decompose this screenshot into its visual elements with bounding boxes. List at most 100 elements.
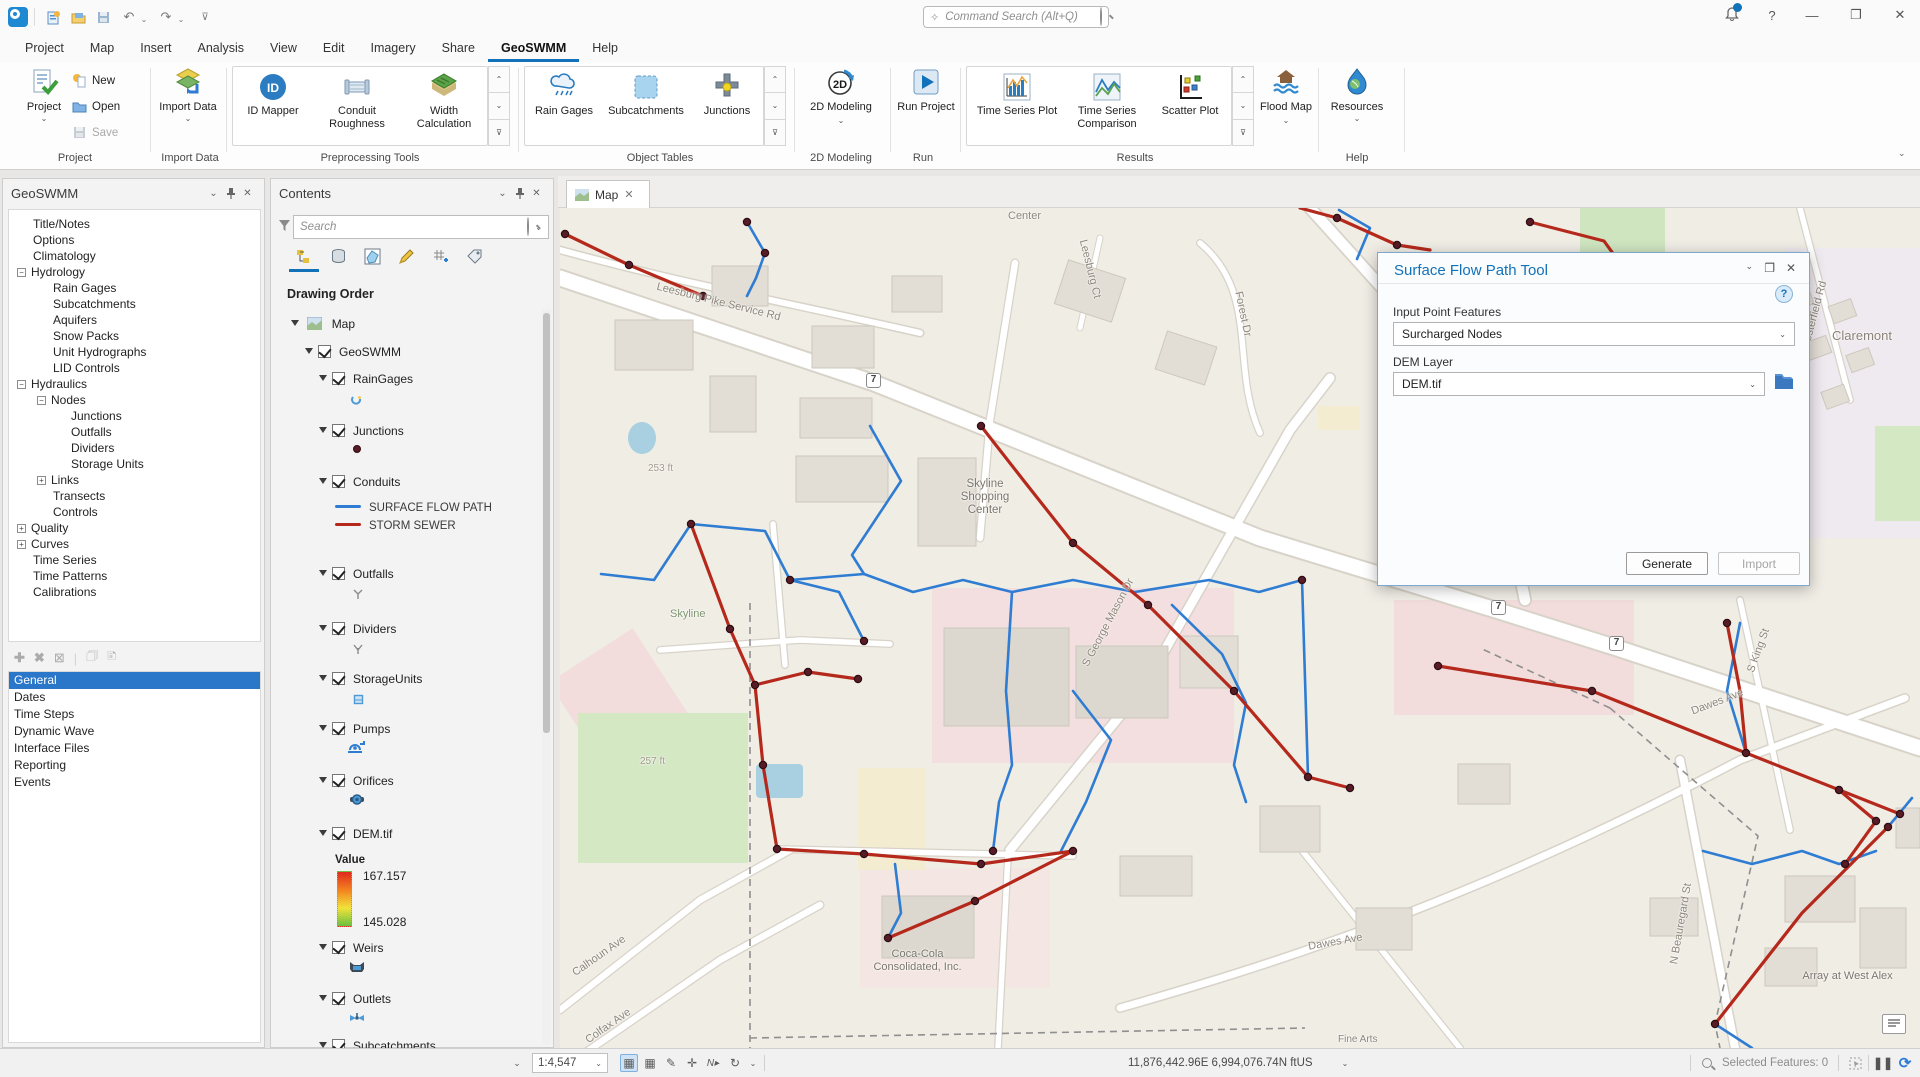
layer-checkbox[interactable] bbox=[318, 345, 331, 358]
layer-pumps[interactable]: Pumps bbox=[319, 720, 390, 738]
north-arrow-icon[interactable]: N▸ bbox=[704, 1054, 722, 1072]
tree-item[interactable]: Rain Gages bbox=[53, 280, 116, 296]
layer-dem[interactable]: DEM.tif bbox=[319, 825, 392, 843]
tree-item[interactable]: Title/Notes bbox=[33, 216, 90, 232]
chevron-down-icon[interactable]: ⌄ bbox=[1336, 1054, 1354, 1072]
dem-layer-select[interactable]: DEM.tif ⌄ bbox=[1393, 372, 1765, 396]
open-button[interactable]: Open bbox=[72, 94, 144, 119]
layer-outfalls[interactable]: Outfalls bbox=[319, 565, 394, 583]
generate-button[interactable]: Generate bbox=[1626, 552, 1708, 575]
panel-menu-chevron-icon[interactable]: ⌄ bbox=[205, 185, 222, 202]
list-item-general[interactable]: General bbox=[9, 672, 260, 689]
save-project-icon[interactable] bbox=[92, 7, 114, 27]
tab-editing[interactable] bbox=[395, 245, 417, 267]
list-item-dates[interactable]: Dates bbox=[9, 689, 260, 706]
layer-checkbox[interactable] bbox=[332, 992, 345, 1005]
rain-gages-button[interactable]: Rain Gages bbox=[531, 71, 597, 141]
tab-share[interactable]: Share bbox=[429, 36, 488, 62]
tree-item[interactable]: Junctions bbox=[71, 408, 122, 424]
list-item-reporting[interactable]: Reporting bbox=[9, 757, 260, 774]
layer-junctions[interactable]: Junctions bbox=[319, 422, 404, 440]
layer-checkbox[interactable] bbox=[332, 722, 345, 735]
open-project-icon[interactable] bbox=[67, 7, 89, 27]
crosshair-tool-icon[interactable]: ✛ bbox=[683, 1054, 701, 1072]
save-button[interactable]: Save bbox=[72, 120, 144, 145]
chevron-down-icon[interactable]: ⌄ bbox=[508, 1054, 526, 1072]
input-point-features-select[interactable]: Surcharged Nodes ⌄ bbox=[1393, 322, 1795, 346]
tree-item[interactable]: Subcatchments bbox=[53, 296, 136, 312]
dialog-maximize-icon[interactable]: ❐ bbox=[1764, 261, 1775, 275]
tree-item[interactable]: Time Patterns bbox=[33, 568, 107, 584]
tree-item[interactable]: Unit Hydrographs bbox=[53, 344, 146, 360]
layer-conduits[interactable]: Conduits bbox=[319, 473, 400, 491]
tree-item[interactable]: −Hydraulics bbox=[17, 376, 87, 392]
layer-checkbox[interactable] bbox=[332, 827, 345, 840]
customize-quick-access-icon[interactable]: ⊽ bbox=[194, 7, 216, 27]
sketch-tool-icon[interactable]: ✎ bbox=[662, 1054, 680, 1072]
new-project-icon[interactable] bbox=[42, 7, 64, 27]
package-icon[interactable]: 🗈 bbox=[107, 647, 117, 669]
run-project-button[interactable]: Run Project bbox=[896, 66, 956, 148]
new-button[interactable]: New bbox=[72, 68, 144, 93]
dialog-menu-chevron-icon[interactable]: ⌄ bbox=[1745, 261, 1753, 272]
object-tables-gallery-arrows[interactable]: ⌃⌄⊽ bbox=[764, 66, 786, 146]
layer-map[interactable]: Map bbox=[291, 315, 355, 333]
pin-icon[interactable] bbox=[511, 185, 528, 202]
layer-checkbox[interactable] bbox=[332, 672, 345, 685]
time-series-comparison-button[interactable]: Time Series Comparison bbox=[1065, 71, 1149, 141]
rotate-view-icon[interactable]: ↻ bbox=[726, 1054, 744, 1072]
layer-raingages[interactable]: RainGages bbox=[319, 370, 413, 388]
import-data-button[interactable]: Import Data ⌄ bbox=[158, 66, 218, 148]
tab-imagery[interactable]: Imagery bbox=[357, 36, 428, 62]
collapse-triangle-icon[interactable] bbox=[291, 320, 299, 326]
undo-button[interactable]: ↶ bbox=[118, 7, 140, 27]
layer-weirs[interactable]: Weirs bbox=[319, 939, 383, 957]
browse-folder-icon[interactable] bbox=[1774, 373, 1794, 395]
collapse-ribbon-chevron-icon[interactable]: ⌄ bbox=[1898, 148, 1906, 159]
undo-dropdown-chevron-icon[interactable]: ⌄ bbox=[138, 9, 150, 29]
tab-labeling[interactable] bbox=[463, 245, 485, 267]
project-button[interactable]: Project ⌄ bbox=[14, 66, 74, 148]
tab-view[interactable]: View bbox=[257, 36, 310, 62]
notifications-button[interactable] bbox=[1712, 0, 1752, 30]
chevron-down-icon[interactable]: ⌄ bbox=[744, 1054, 762, 1072]
id-mapper-button[interactable]: ID ID Mapper bbox=[241, 71, 305, 141]
dialog-help-button[interactable]: ? bbox=[1775, 285, 1793, 303]
contents-search-input[interactable]: Search ⌄ bbox=[293, 215, 549, 239]
tab-data-sources[interactable] bbox=[327, 245, 349, 267]
tab-drawing-order[interactable] bbox=[293, 245, 315, 267]
tree-item[interactable]: Calibrations bbox=[33, 584, 96, 600]
layer-checkbox[interactable] bbox=[332, 622, 345, 635]
collapse-icon[interactable]: − bbox=[37, 396, 46, 405]
results-gallery-arrows[interactable]: ⌃⌄⊽ bbox=[1232, 66, 1254, 146]
tree-item[interactable]: Aquifers bbox=[53, 312, 97, 328]
redo-button[interactable]: ↷ bbox=[155, 7, 177, 27]
tree-item[interactable]: Controls bbox=[53, 504, 98, 520]
layer-outlets[interactable]: Outlets bbox=[319, 990, 391, 1008]
select-tool-icon[interactable] bbox=[1846, 1054, 1864, 1072]
flood-map-button[interactable]: Flood Map ⌄ bbox=[1258, 66, 1314, 148]
selection-search-icon[interactable] bbox=[1698, 1054, 1716, 1072]
pin-icon[interactable] bbox=[222, 185, 239, 202]
tree-item[interactable]: +Curves bbox=[17, 536, 69, 552]
collapse-icon[interactable]: − bbox=[17, 268, 26, 277]
tree-item[interactable]: Dividers bbox=[71, 440, 114, 456]
map-scale-select[interactable]: 1:4,547 ⌄ bbox=[532, 1053, 608, 1073]
filter-icon[interactable] bbox=[278, 219, 291, 237]
remove-button[interactable]: ⊠ bbox=[54, 650, 65, 666]
expand-icon[interactable]: + bbox=[37, 476, 46, 485]
width-calculation-button[interactable]: Width Calculation bbox=[405, 71, 483, 141]
map-notification-icon[interactable] bbox=[1882, 1014, 1906, 1034]
refresh-map-button[interactable]: ⟳ bbox=[1896, 1054, 1914, 1072]
tree-item[interactable]: Outfalls bbox=[71, 424, 112, 440]
import-button[interactable]: Import bbox=[1718, 552, 1800, 575]
snap-grid-toggle[interactable]: ▦ bbox=[620, 1054, 638, 1072]
junctions-button[interactable]: Junctions bbox=[695, 71, 759, 141]
collapse-icon[interactable]: − bbox=[17, 380, 26, 389]
contents-scrollbar[interactable] bbox=[542, 309, 551, 1045]
list-item-dynamic-wave[interactable]: Dynamic Wave bbox=[9, 723, 260, 740]
tree-item[interactable]: Transects bbox=[53, 488, 105, 504]
tab-map[interactable]: Map bbox=[77, 36, 127, 62]
map-canvas[interactable]: Center Leesburg Pike Service Rd Leesburg… bbox=[560, 208, 1920, 1048]
command-search-input[interactable]: ✧ Command Search (Alt+Q) bbox=[923, 6, 1109, 28]
